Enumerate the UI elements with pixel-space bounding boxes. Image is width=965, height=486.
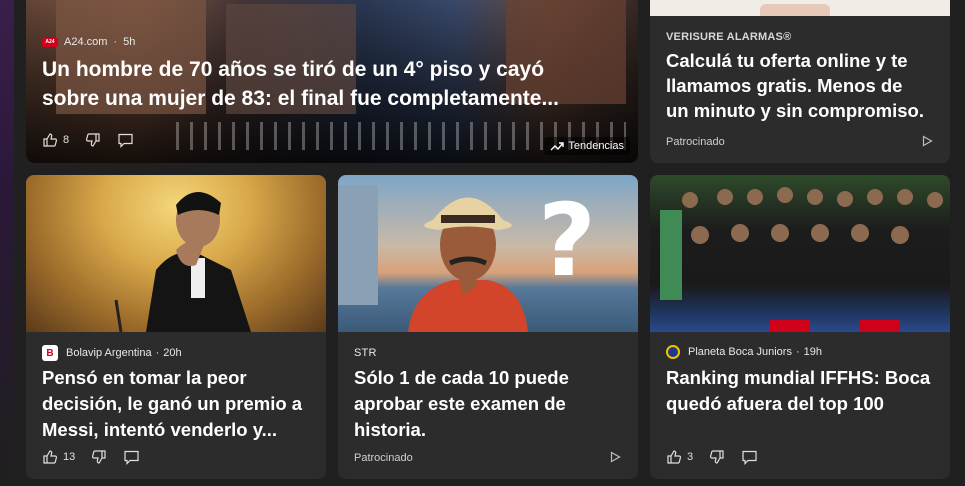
window-edge	[0, 0, 14, 486]
thumbs-down-icon	[710, 450, 724, 464]
article-age: 19h	[803, 346, 822, 358]
article-image	[26, 175, 326, 333]
article-age: 20h	[163, 347, 182, 359]
source-name[interactable]: Planeta Boca Juniors	[688, 346, 792, 358]
like-count: 3	[687, 451, 694, 463]
sponsored-label: Patrocinado	[354, 452, 413, 464]
comment-button[interactable]	[117, 133, 134, 148]
source-logo: A24	[42, 37, 58, 47]
card-actions: 13	[42, 449, 156, 465]
news-card-planeta-boca[interactable]: Planeta Boca Juniors · 19h Ranking mundi…	[650, 175, 950, 479]
sponsored-card-verisure[interactable]: VERISURE ALARMAS® Calculá tu oferta onli…	[650, 0, 950, 163]
like-count: 13	[63, 451, 76, 463]
hero-news-card[interactable]: A24 A24.com · 5h Un hombre de 70 años se…	[26, 0, 638, 163]
comment-button[interactable]	[123, 450, 140, 465]
hero-headline[interactable]: Un hombre de 70 años se tiró de un 4° pi…	[42, 55, 632, 113]
trend-label: Tendencias	[568, 140, 624, 152]
hero-source-row: A24 A24.com · 5h	[42, 36, 135, 48]
article-image	[650, 175, 950, 332]
source-name[interactable]: A24.com	[64, 36, 107, 48]
news-card-bolavip[interactable]: B Bolavip Argentina · 20h Pensó en tomar…	[26, 175, 326, 479]
card-source-row: B Bolavip Argentina · 20h	[42, 345, 182, 361]
ad-choices-triangle-icon[interactable]	[922, 135, 933, 147]
like-button[interactable]: 13	[42, 449, 75, 465]
dislike-button[interactable]	[709, 449, 725, 465]
thumbs-up-icon	[43, 450, 58, 464]
card-headline[interactable]: Pensó en tomar la peor decisión, le ganó…	[42, 365, 326, 443]
comment-icon	[124, 450, 139, 465]
thumbs-up-icon	[667, 450, 682, 464]
like-button[interactable]: 8	[42, 132, 69, 148]
hero-actions: 8	[42, 132, 150, 148]
card-actions: 3	[666, 449, 774, 465]
thumbs-down-icon	[92, 450, 106, 464]
thumbs-down-icon	[86, 133, 100, 147]
bolavip-logo: B	[42, 345, 58, 361]
article-age: 5h	[123, 36, 136, 48]
dislike-button[interactable]	[85, 132, 101, 148]
svg-text:?: ?	[538, 182, 596, 299]
thumbs-up-icon	[43, 133, 58, 147]
sponsor-name: STR	[354, 347, 377, 359]
card-headline[interactable]: Ranking mundial IFFHS: Boca quedó afuera…	[666, 365, 950, 417]
source-name[interactable]: Bolavip Argentina	[66, 347, 152, 359]
card-source-row: Planeta Boca Juniors · 19h	[666, 345, 822, 359]
ad-image	[650, 0, 950, 16]
like-count: 8	[63, 134, 70, 146]
sponsored-card-str[interactable]: ? STR Sólo 1 de cada 10 puede aprobar es…	[338, 175, 638, 479]
ad-headline[interactable]: Calculá tu oferta online y te llamamos g…	[666, 48, 946, 123]
trending-badge: Tendencias	[544, 137, 630, 155]
comment-button[interactable]	[741, 450, 758, 465]
trending-arrow-icon	[550, 142, 565, 151]
sponsor-name: VERISURE ALARMAS®	[666, 31, 792, 43]
ad-choices-triangle-icon[interactable]	[610, 451, 621, 463]
comment-icon	[742, 450, 757, 465]
like-button[interactable]: 3	[666, 449, 693, 465]
article-image: ?	[338, 175, 638, 332]
dislike-button[interactable]	[91, 449, 107, 465]
sponsored-label: Patrocinado	[666, 136, 725, 148]
comment-icon	[118, 133, 133, 148]
card-headline[interactable]: Sólo 1 de cada 10 puede aprobar este exa…	[354, 365, 638, 443]
planeta-boca-logo	[666, 345, 680, 359]
